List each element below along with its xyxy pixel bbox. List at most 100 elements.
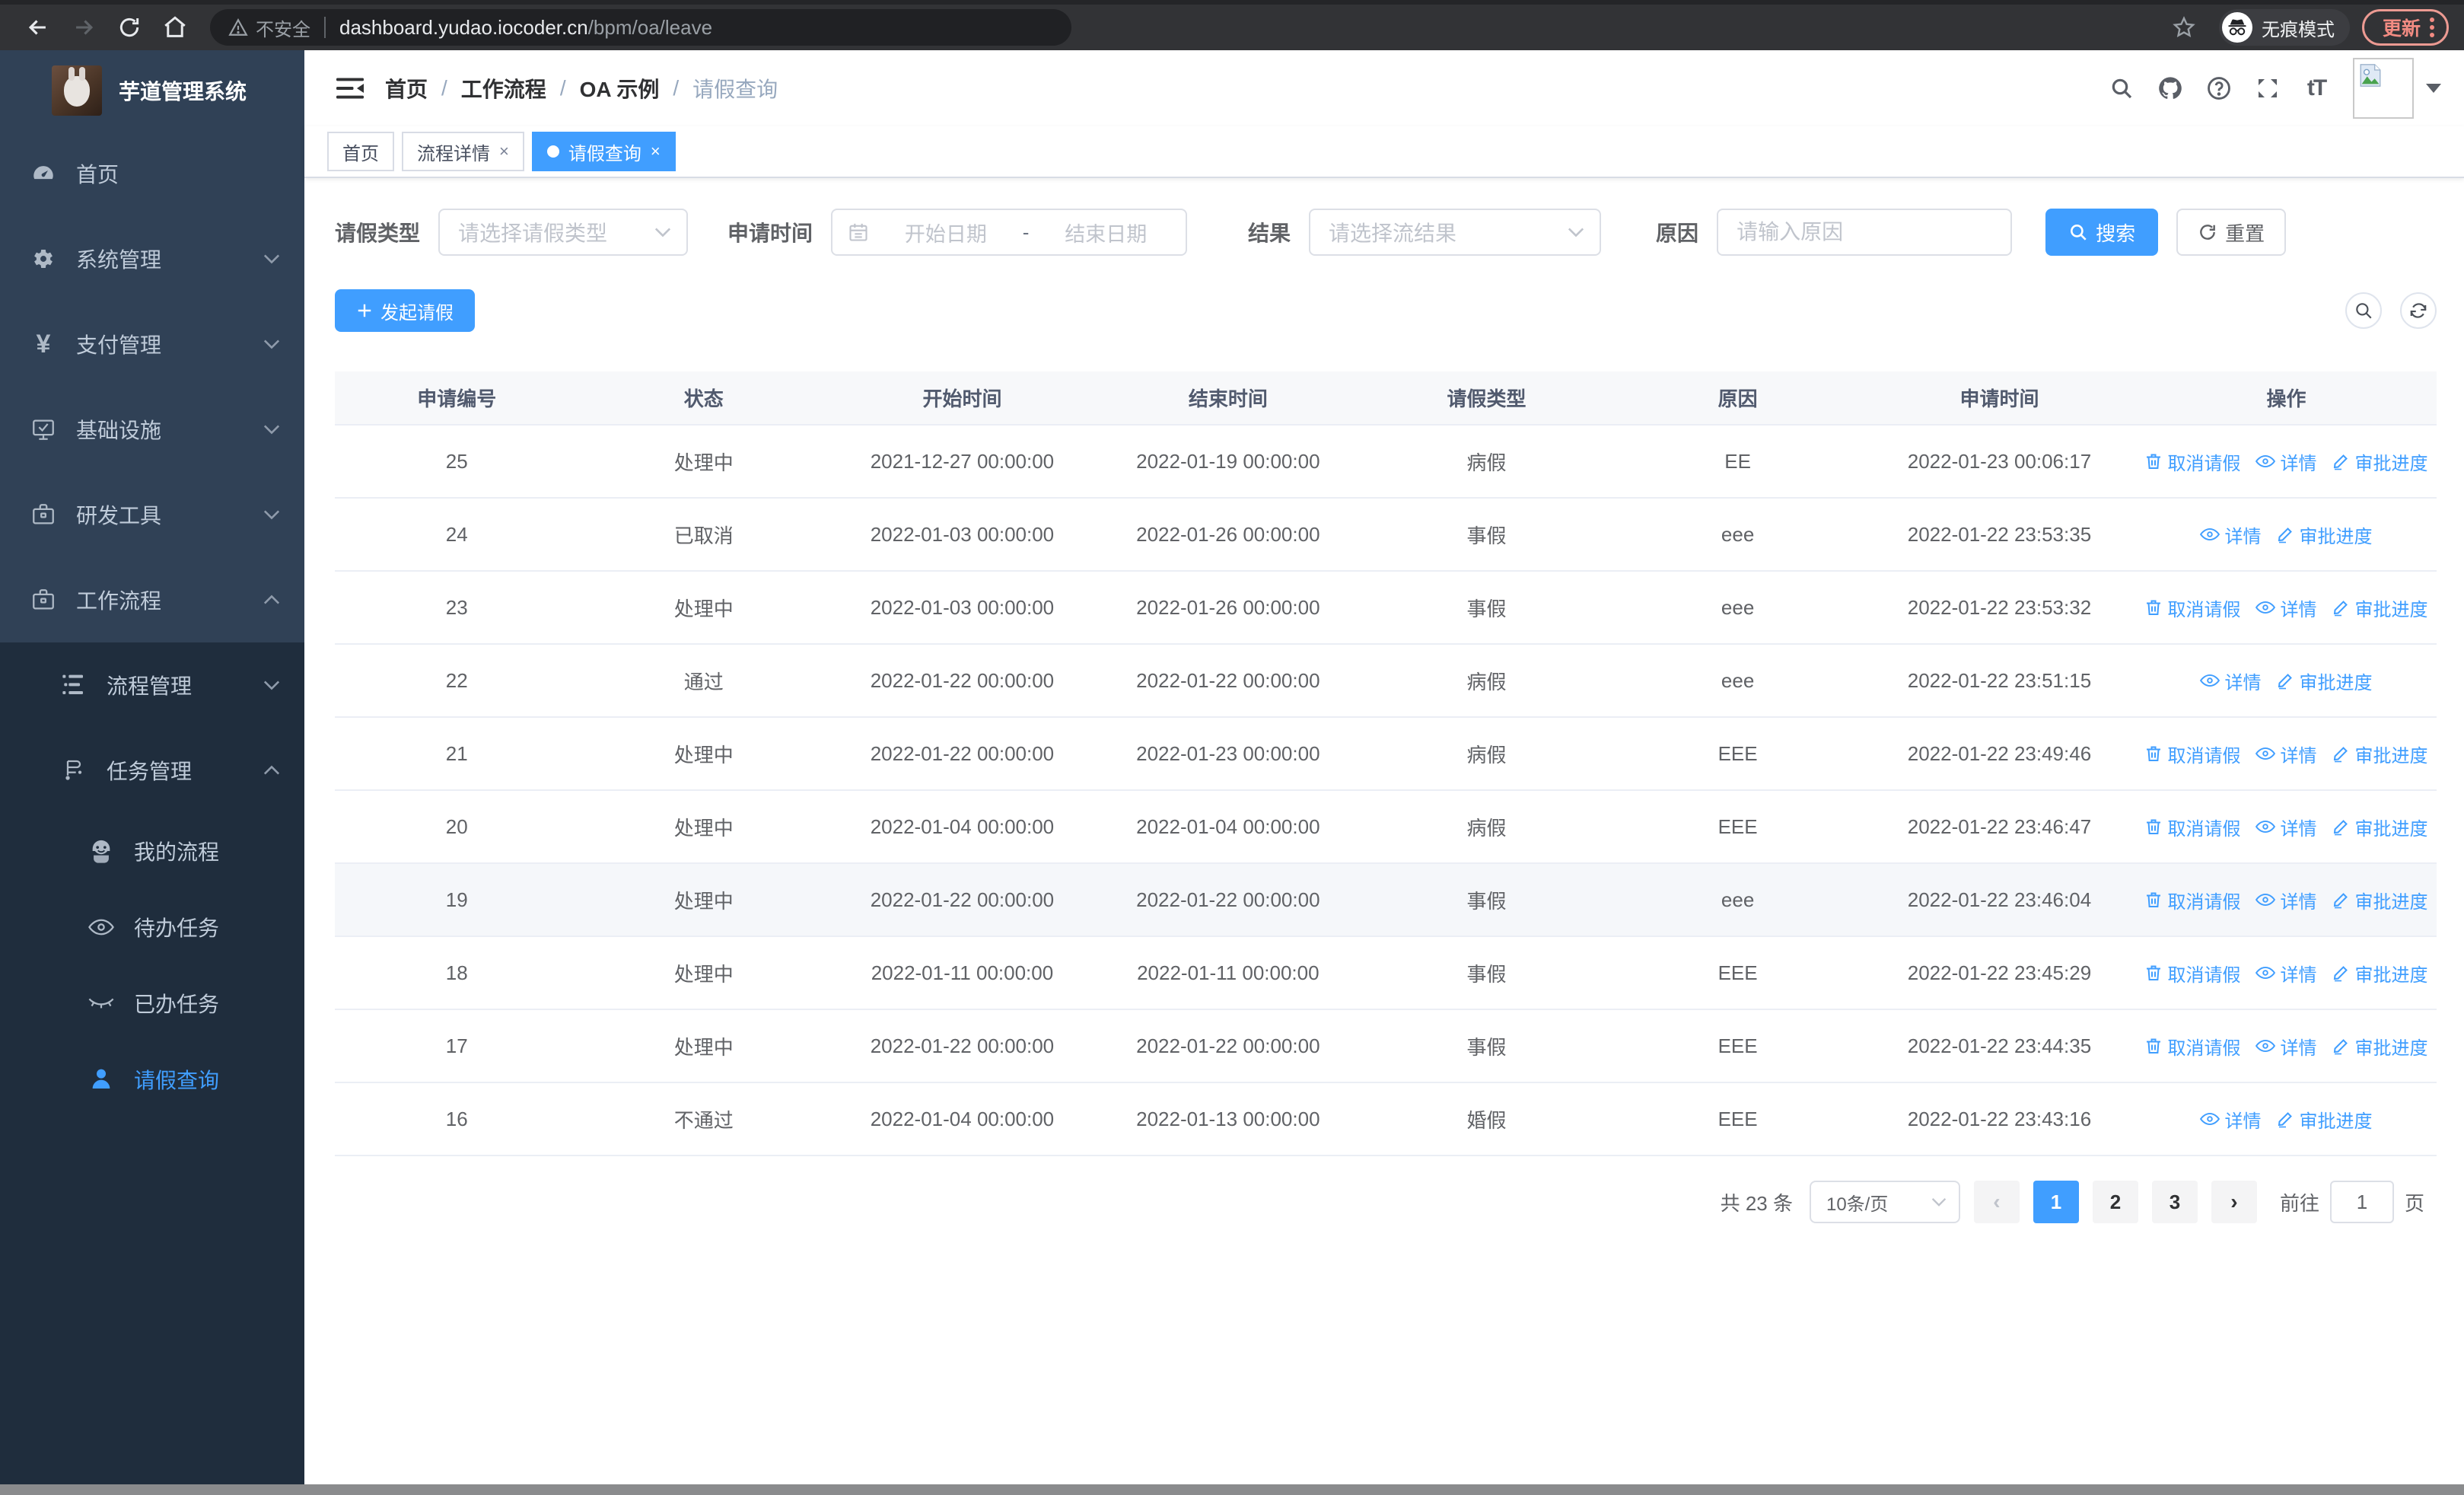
sidebar-item-system[interactable]: 系统管理: [0, 216, 304, 301]
cancel-leave-link[interactable]: 取消请假: [2144, 814, 2240, 840]
logo[interactable]: 芋道管理系统: [0, 50, 304, 131]
approval-progress-link[interactable]: 审批进度: [2332, 887, 2427, 913]
approval-progress-link[interactable]: 审批进度: [2276, 521, 2372, 548]
detail-link[interactable]: 详情: [2255, 960, 2316, 987]
goto-page-input[interactable]: [2329, 1181, 2394, 1223]
user-icon: [88, 1066, 114, 1092]
approval-progress-link[interactable]: 审批进度: [2332, 741, 2427, 767]
approval-progress-link[interactable]: 审批进度: [2332, 960, 2427, 987]
address-bar[interactable]: 不安全 dashboard.yudao.iocoder.cn/bpm/oa/le…: [210, 9, 1071, 46]
edit-pen-icon: [2334, 454, 2348, 470]
sidebar-item-leave-query[interactable]: 请假查询: [0, 1041, 304, 1117]
approval-progress-link[interactable]: 审批进度: [2332, 448, 2427, 475]
reason-input[interactable]: [1737, 220, 1993, 244]
detail-link[interactable]: 详情: [2255, 448, 2316, 475]
table-row: 16 不通过 2022-01-04 00:00:00 2022-01-13 00:00…: [335, 1082, 2437, 1156]
detail-link[interactable]: 详情: [2255, 887, 2316, 913]
refresh-table-button[interactable]: [2400, 292, 2437, 329]
cancel-leave-link[interactable]: 取消请假: [2144, 594, 2240, 621]
tab-leave-query[interactable]: 请假查询 ×: [531, 132, 676, 171]
result-select[interactable]: 请选择流结果: [1309, 209, 1602, 256]
detail-link[interactable]: 详情: [2255, 594, 2316, 621]
header-search-icon[interactable]: [2100, 65, 2143, 111]
browser-back-button[interactable]: [15, 8, 61, 47]
sidebar-item-my-process[interactable]: 我的流程: [0, 813, 304, 889]
dashboard-icon: [30, 161, 56, 186]
leave-type-select[interactable]: 请选择请假类型: [438, 209, 689, 256]
detail-link[interactable]: 详情: [2255, 814, 2316, 840]
start-date-placeholder: 开始日期: [904, 222, 987, 246]
leave-type-label: 请假类型: [335, 222, 421, 245]
page-number-button[interactable]: 1: [2033, 1181, 2079, 1223]
page-size-select[interactable]: 10条/页: [1809, 1181, 1960, 1223]
next-page-button[interactable]: ›: [2211, 1181, 2257, 1223]
browser-home-button[interactable]: [152, 8, 198, 47]
cancel-leave-link[interactable]: 取消请假: [2144, 960, 2240, 987]
edit-pen-icon: [2278, 674, 2293, 690]
fullscreen-icon[interactable]: [2246, 65, 2289, 111]
browser-menu-icon[interactable]: [2430, 18, 2434, 37]
approval-progress-link[interactable]: 审批进度: [2276, 668, 2372, 694]
chevron-down-icon: [263, 510, 280, 520]
show-search-toggle-button[interactable]: [2345, 292, 2382, 329]
sidebar-item-infra[interactable]: 基础设施: [0, 387, 304, 472]
detail-link[interactable]: 详情: [2200, 521, 2261, 548]
reset-button[interactable]: 重置: [2176, 209, 2287, 256]
browser-update-button[interactable]: 更新: [2361, 9, 2449, 46]
end-time-cell: 2022-01-26 00:00:00: [1095, 571, 1361, 645]
leave-type-cell: 事假: [1360, 863, 1613, 937]
incognito-label: 无痕模式: [2261, 19, 2335, 40]
cancel-leave-link[interactable]: 取消请假: [2144, 1033, 2240, 1060]
apply-time-range-picker[interactable]: 开始日期 - 结束日期: [831, 209, 1188, 256]
detail-link[interactable]: 详情: [2255, 741, 2316, 767]
sidebar-collapse-icon[interactable]: [327, 65, 373, 111]
avatar-caret-icon[interactable]: [2426, 84, 2441, 100]
sidebar-item-todo-tasks[interactable]: 待办任务: [0, 889, 304, 965]
security-chip[interactable]: 不安全: [228, 14, 310, 41]
search-button[interactable]: 搜索: [2045, 209, 2159, 256]
approval-progress-link[interactable]: 审批进度: [2276, 1106, 2372, 1133]
sidebar-item-payment[interactable]: ¥ 支付管理: [0, 301, 304, 387]
active-tab-dot: [546, 145, 559, 158]
detail-link[interactable]: 详情: [2200, 668, 2261, 694]
approval-progress-link[interactable]: 审批进度: [2332, 594, 2427, 621]
sidebar-item-home[interactable]: 首页: [0, 131, 304, 216]
sidebar-item-workflow[interactable]: 工作流程: [0, 557, 304, 642]
help-icon[interactable]: [2198, 65, 2240, 111]
breadcrumb-item[interactable]: 首页: [385, 73, 428, 104]
detail-link[interactable]: 详情: [2255, 1033, 2316, 1060]
tab-close-icon[interactable]: ×: [651, 142, 661, 161]
sidebar-item-process-mgmt[interactable]: 流程管理: [0, 642, 304, 728]
page-number-button[interactable]: 2: [2092, 1181, 2138, 1223]
tab-process-detail[interactable]: 流程详情 ×: [402, 132, 524, 171]
bookmark-star-icon[interactable]: [2161, 8, 2207, 47]
tab-close-icon[interactable]: ×: [499, 142, 509, 161]
github-icon[interactable]: [2149, 65, 2192, 111]
browser-reload-button[interactable]: [107, 8, 152, 47]
font-size-icon[interactable]: tT: [2295, 65, 2338, 111]
apply-time-cell: 2022-01-22 23:53:32: [1862, 571, 2136, 645]
sidebar-item-label: 系统管理: [76, 248, 162, 272]
sidebar-item-devtools[interactable]: 研发工具: [0, 472, 304, 557]
cancel-leave-link[interactable]: 取消请假: [2144, 887, 2240, 913]
start-time-cell: 2022-01-03 00:00:00: [829, 571, 1096, 645]
trash-icon: [2147, 746, 2161, 761]
search-form: 请假类型 请选择请假类型 申请时间 开始日期 - 结束日期 结果 请选择流结果: [335, 209, 2437, 256]
table-row: 20 处理中 2022-01-04 00:00:00 2022-01-04 00:00…: [335, 790, 2437, 864]
approval-progress-link[interactable]: 审批进度: [2332, 814, 2427, 840]
chevron-down-icon: [263, 425, 280, 435]
avatar[interactable]: [2353, 58, 2414, 119]
cancel-leave-link[interactable]: 取消请假: [2144, 741, 2240, 767]
browser-forward-button[interactable]: [61, 8, 107, 47]
detail-link[interactable]: 详情: [2200, 1106, 2261, 1133]
apply-time-cell: 2022-01-22 23:46:04: [1862, 863, 2136, 937]
create-leave-button[interactable]: 发起请假: [335, 289, 475, 332]
approval-progress-link[interactable]: 审批进度: [2332, 1033, 2427, 1060]
tab-home[interactable]: 首页: [327, 132, 394, 171]
cancel-leave-link[interactable]: 取消请假: [2144, 448, 2240, 475]
prev-page-button[interactable]: ‹: [1973, 1181, 2020, 1223]
sidebar-item-task-mgmt[interactable]: 任务管理: [0, 728, 304, 813]
page-number-button[interactable]: 3: [2151, 1181, 2198, 1223]
start-time-cell: 2021-12-27 00:00:00: [829, 425, 1096, 499]
sidebar-item-done-tasks[interactable]: 已办任务: [0, 965, 304, 1041]
